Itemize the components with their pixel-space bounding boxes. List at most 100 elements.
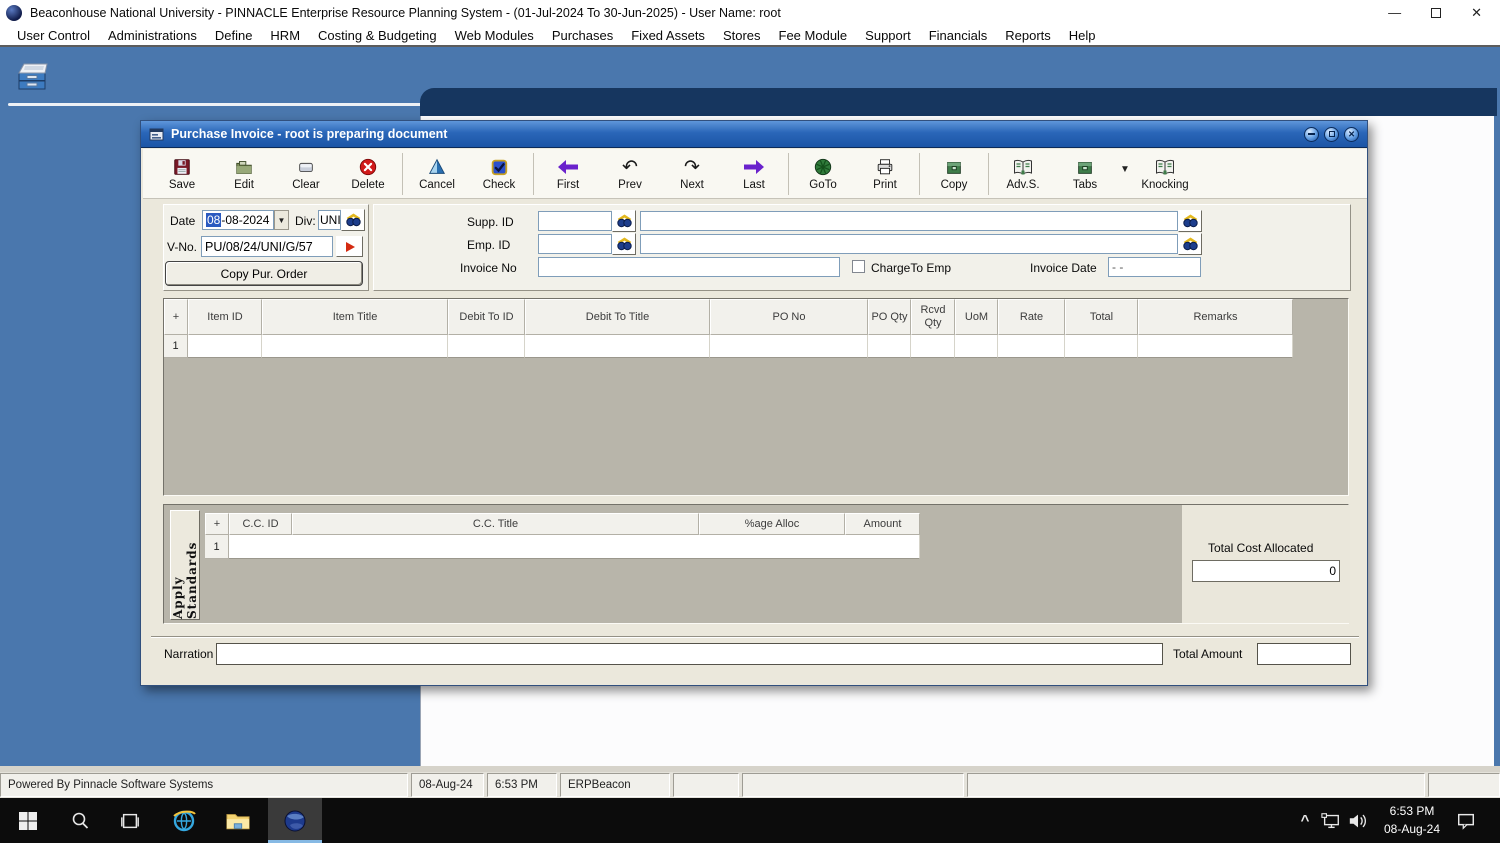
- total-amount-input[interactable]: [1257, 643, 1351, 665]
- items-cell[interactable]: [998, 335, 1065, 358]
- dialog-titlebar[interactable]: Purchase Invoice - root is preparing doc…: [141, 121, 1367, 148]
- items-col-item-id[interactable]: Item ID: [188, 299, 262, 335]
- knocking-button[interactable]: Knocking: [1134, 151, 1196, 197]
- employee-id-lookup-button[interactable]: [612, 233, 636, 255]
- items-cell[interactable]: [262, 335, 448, 358]
- start-button[interactable]: [8, 798, 48, 843]
- advanced-search-button[interactable]: Adv.S.: [992, 151, 1054, 197]
- delete-button[interactable]: Delete: [337, 151, 399, 197]
- invoice-date-input[interactable]: - -: [1108, 257, 1201, 277]
- last-button[interactable]: Last: [723, 151, 785, 197]
- items-col-rcvd-qty[interactable]: Rcvd Qty: [911, 299, 955, 335]
- cc-row-header[interactable]: 1: [205, 535, 229, 559]
- invoice-no-input[interactable]: [538, 257, 840, 277]
- items-cell[interactable]: [525, 335, 710, 358]
- items-col-total[interactable]: Total: [1065, 299, 1138, 335]
- employee-title-input[interactable]: [640, 234, 1178, 254]
- cc-col-pct-alloc[interactable]: %age Alloc: [699, 513, 845, 535]
- copy-purchase-order-button[interactable]: Copy Pur. Order: [165, 261, 363, 286]
- prev-button[interactable]: ↶ Prev: [599, 151, 661, 197]
- menu-costing-budgeting[interactable]: Costing & Budgeting: [309, 28, 446, 43]
- file-explorer-button[interactable]: [218, 798, 258, 843]
- items-col-debit-to-title[interactable]: Debit To Title: [525, 299, 710, 335]
- menu-fixed-assets[interactable]: Fixed Assets: [622, 28, 714, 43]
- cc-col-amount[interactable]: Amount: [845, 513, 920, 535]
- taskbar-search-button[interactable]: [62, 798, 98, 843]
- internet-explorer-button[interactable]: [164, 798, 204, 843]
- items-row-header[interactable]: 1: [164, 335, 188, 358]
- menu-purchases[interactable]: Purchases: [543, 28, 622, 43]
- items-col-add[interactable]: +: [164, 299, 188, 335]
- menu-web-modules[interactable]: Web Modules: [446, 28, 543, 43]
- narration-input[interactable]: [216, 643, 1163, 665]
- menu-fee-module[interactable]: Fee Module: [770, 28, 857, 43]
- cc-col-id[interactable]: C.C. ID: [229, 513, 292, 535]
- menu-hrm[interactable]: HRM: [261, 28, 309, 43]
- first-button[interactable]: First: [537, 151, 599, 197]
- cancel-button[interactable]: Cancel: [406, 151, 468, 197]
- supplier-title-lookup-button[interactable]: [1178, 210, 1202, 232]
- cc-cell[interactable]: [229, 535, 920, 559]
- minimize-icon[interactable]: —: [1388, 6, 1401, 19]
- date-dropdown-icon[interactable]: ▼: [274, 210, 289, 230]
- voucher-no-input[interactable]: PU/08/24/UNI/G/57: [201, 236, 333, 257]
- menu-support[interactable]: Support: [856, 28, 920, 43]
- menu-help[interactable]: Help: [1060, 28, 1105, 43]
- items-col-debit-to-id[interactable]: Debit To ID: [448, 299, 525, 335]
- menu-stores[interactable]: Stores: [714, 28, 770, 43]
- items-col-po-qty[interactable]: PO Qty: [868, 299, 911, 335]
- action-center-button[interactable]: [1448, 798, 1484, 843]
- voucher-go-button[interactable]: [336, 236, 363, 257]
- save-button[interactable]: Save: [151, 151, 213, 197]
- supplier-id-input[interactable]: [538, 211, 612, 231]
- division-input[interactable]: UNI: [318, 210, 341, 230]
- tabs-button[interactable]: Tabs: [1054, 151, 1116, 197]
- task-view-button[interactable]: [112, 798, 148, 843]
- division-lookup-button[interactable]: [341, 209, 365, 231]
- network-icon[interactable]: [1318, 798, 1344, 843]
- cc-col-title[interactable]: C.C. Title: [292, 513, 699, 535]
- items-cell[interactable]: [868, 335, 911, 358]
- items-col-item-title[interactable]: Item Title: [262, 299, 448, 335]
- cc-col-add[interactable]: +: [205, 513, 229, 535]
- items-cell[interactable]: [1065, 335, 1138, 358]
- items-cell[interactable]: [911, 335, 955, 358]
- date-input[interactable]: 08 -08-2024: [202, 210, 274, 230]
- dialog-maximize-icon[interactable]: [1324, 126, 1339, 142]
- apply-standards-button[interactable]: Apply Standards: [170, 510, 200, 620]
- menu-administrations[interactable]: Administrations: [99, 28, 206, 43]
- chargeto-emp-checkbox[interactable]: [852, 260, 865, 273]
- supplier-id-lookup-button[interactable]: [612, 210, 636, 232]
- taskbar-clock[interactable]: 6:53 PM 08-Aug-24: [1374, 798, 1450, 843]
- clear-button[interactable]: Clear: [275, 151, 337, 197]
- supplier-title-input[interactable]: [640, 211, 1178, 231]
- total-cost-allocated-input[interactable]: 0: [1192, 560, 1340, 582]
- items-col-uom[interactable]: UoM: [955, 299, 998, 335]
- dialog-minimize-icon[interactable]: [1304, 126, 1319, 142]
- menu-user-control[interactable]: User Control: [8, 28, 99, 43]
- items-col-rate[interactable]: Rate: [998, 299, 1065, 335]
- next-button[interactable]: ↷ Next: [661, 151, 723, 197]
- active-app-button[interactable]: [268, 798, 322, 843]
- restore-icon[interactable]: [1431, 7, 1442, 18]
- menu-reports[interactable]: Reports: [996, 28, 1060, 43]
- items-col-po-no[interactable]: PO No: [710, 299, 868, 335]
- close-icon[interactable]: ✕: [1471, 6, 1482, 19]
- copy-button[interactable]: Copy: [923, 151, 985, 197]
- dialog-close-icon[interactable]: ✕: [1344, 126, 1359, 142]
- goto-button[interactable]: GoTo: [792, 151, 854, 197]
- items-cell[interactable]: [955, 335, 998, 358]
- menu-financials[interactable]: Financials: [920, 28, 997, 43]
- items-cell[interactable]: [710, 335, 868, 358]
- check-button[interactable]: Check: [468, 151, 530, 197]
- items-cell[interactable]: [1138, 335, 1293, 358]
- items-cell[interactable]: [448, 335, 525, 358]
- menu-define[interactable]: Define: [206, 28, 262, 43]
- tray-chevron-icon[interactable]: ^: [1294, 798, 1316, 843]
- print-button[interactable]: Print: [854, 151, 916, 197]
- items-col-remarks[interactable]: Remarks: [1138, 299, 1293, 335]
- edit-button[interactable]: Edit: [213, 151, 275, 197]
- items-cell[interactable]: [188, 335, 262, 358]
- employee-id-input[interactable]: [538, 234, 612, 254]
- toolbar-dropdown-icon[interactable]: ▼: [1116, 164, 1134, 175]
